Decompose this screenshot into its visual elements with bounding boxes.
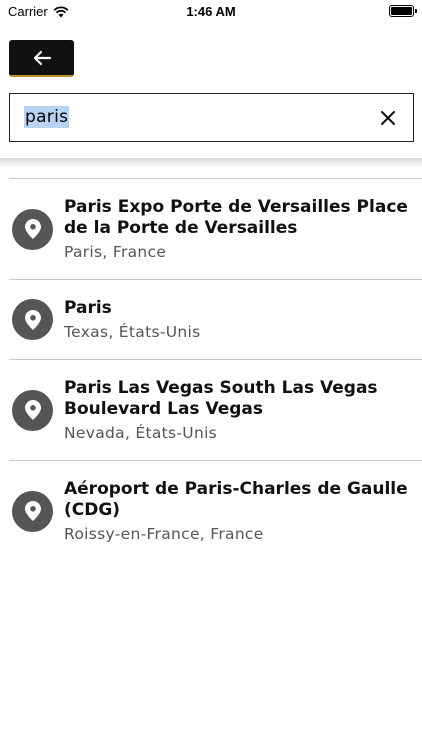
result-subtitle: Roissy-en-France, France: [64, 525, 264, 543]
back-button[interactable]: [9, 40, 74, 77]
status-bar: Carrier 1:46 AM: [0, 0, 422, 22]
result-title: Paris Expo Porte de Versailles Place de …: [64, 197, 408, 238]
search-query-text[interactable]: paris: [24, 106, 70, 128]
location-pin-icon: [12, 389, 53, 431]
close-icon: [381, 111, 395, 125]
result-item[interactable]: Paris Texas, États-Unis: [0, 280, 422, 359]
arrow-left-icon: [33, 50, 51, 65]
search-input[interactable]: paris: [9, 93, 414, 142]
header-shadow: [0, 158, 422, 168]
results-list: Paris Expo Porte de Versailles Place de …: [0, 178, 422, 561]
result-subtitle: Paris, France: [64, 243, 167, 261]
result-title: Paris: [64, 298, 112, 318]
result-title: Paris Las Vegas South Las Vegas Boulevar…: [64, 378, 378, 419]
result-item[interactable]: Paris Expo Porte de Versailles Place de …: [0, 179, 422, 279]
location-pin-icon: [12, 490, 53, 532]
clear-search-button[interactable]: [377, 107, 399, 129]
result-title: Aéroport de Paris-Charles de Gaulle (CDG…: [64, 479, 408, 520]
status-time: 1:46 AM: [186, 4, 236, 19]
result-subtitle: Nevada, États-Unis: [64, 424, 218, 442]
location-pin-icon: [12, 208, 53, 250]
battery-icon: [389, 5, 417, 17]
location-pin-icon: [12, 299, 53, 340]
result-subtitle: Texas, États-Unis: [64, 323, 201, 341]
result-item[interactable]: Aéroport de Paris-Charles de Gaulle (CDG…: [0, 461, 422, 561]
result-item[interactable]: Paris Las Vegas South Las Vegas Boulevar…: [0, 360, 422, 460]
